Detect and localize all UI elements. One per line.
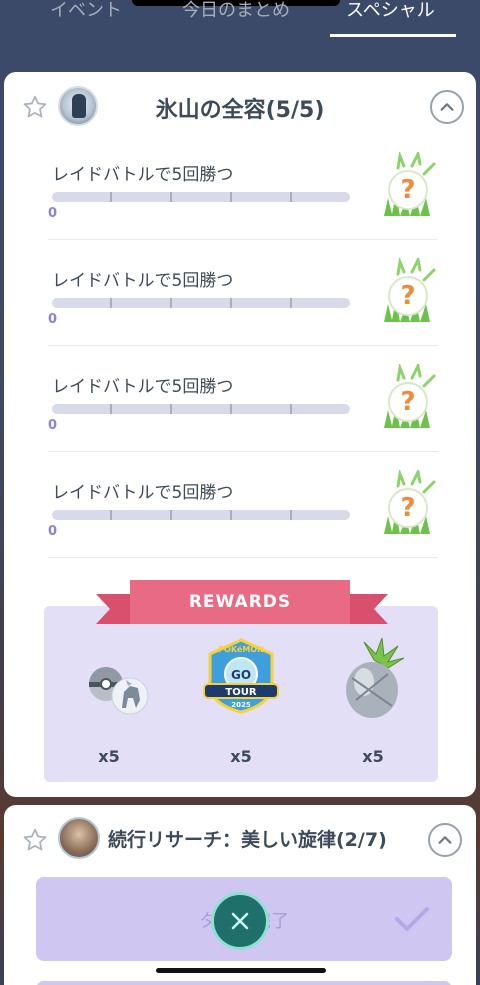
active-tab-indicator — [330, 34, 456, 37]
task-label: レイドバトルで5回勝つ — [52, 377, 234, 397]
research-task: レイドバトルで5回勝つ 0 ? — [48, 248, 438, 346]
silver-pinap-berry-icon — [346, 637, 405, 718]
reward-count: x5 — [98, 747, 120, 766]
task-progress-bar — [52, 192, 350, 202]
home-indicator — [156, 968, 326, 973]
reward-pokemon-encounter[interactable]: x5 — [54, 646, 164, 766]
favorite-star-icon[interactable] — [22, 827, 48, 853]
rewards-title: REWARDS — [130, 580, 350, 624]
tab-bar: イベント 今日のまとめ スペシャル — [0, 0, 480, 40]
reward-go-tour-badge[interactable]: POKéMON GO TOUR 2025 x5 — [186, 638, 296, 766]
tab-special[interactable]: スペシャル — [346, 0, 435, 30]
checkmark-icon — [395, 907, 429, 931]
tour-badge-year: 2025 — [231, 701, 251, 709]
completed-task-row[interactable] — [36, 981, 452, 985]
research-title: 氷山の全容(5/5) — [155, 98, 325, 123]
tab-today-summary[interactable]: 今日のまとめ — [182, 0, 290, 30]
reward-silver-pinap-berry[interactable]: x5 — [318, 637, 428, 766]
tour-badge-band: TOUR — [225, 687, 256, 698]
task-progress-bar — [52, 404, 350, 414]
task-progress-bar — [52, 298, 350, 308]
task-label: レイドバトルで5回勝つ — [52, 271, 234, 291]
task-progress-count: 0 — [48, 418, 58, 433]
task-label: レイドバトルで5回勝つ — [52, 165, 234, 185]
mystery-reward-icon: ? — [378, 470, 438, 538]
collapse-chevron-up-icon[interactable] — [428, 823, 462, 857]
reward-count: x5 — [230, 747, 252, 766]
mystery-reward-icon: ? — [378, 364, 438, 432]
research-title: 続行リサーチ：美しい旋律(2/7) — [108, 829, 387, 851]
mystery-reward-icon: ? — [378, 258, 438, 326]
task-progress-count: 0 — [48, 312, 58, 327]
close-button[interactable] — [211, 892, 269, 950]
close-icon — [231, 912, 249, 930]
task-progress-count: 0 — [48, 206, 58, 221]
collapse-chevron-up-icon[interactable] — [430, 90, 464, 124]
go-tour-2025-badge-icon: POKéMON GO TOUR 2025 — [203, 638, 279, 714]
reward-count: x5 — [362, 747, 384, 766]
tour-badge-top: POKéMON — [218, 644, 264, 654]
research-task: レイドバトルで5回勝つ 0 ? — [48, 142, 438, 240]
tab-event[interactable]: イベント — [50, 0, 122, 30]
research-task: レイドバトルで5回勝つ 0 ? — [48, 460, 438, 558]
rewards-ribbon: REWARDS — [96, 580, 388, 634]
task-progress-count: 0 — [48, 524, 58, 539]
task-label: レイドバトルで5回勝つ — [52, 483, 234, 503]
special-research-card: 氷山の全容(5/5) レイドバトルで5回勝つ 0 ? レイドバトルで5回勝つ 0… — [4, 72, 476, 797]
tour-badge-mid: GO — [231, 668, 251, 682]
professor-avatar-icon — [58, 817, 100, 859]
task-progress-bar — [52, 510, 350, 520]
research-task: レイドバトルで5回勝つ 0 ? — [48, 354, 438, 452]
mystery-reward-icon: ? — [378, 152, 438, 220]
pokemon-encounter-icon — [89, 667, 149, 715]
